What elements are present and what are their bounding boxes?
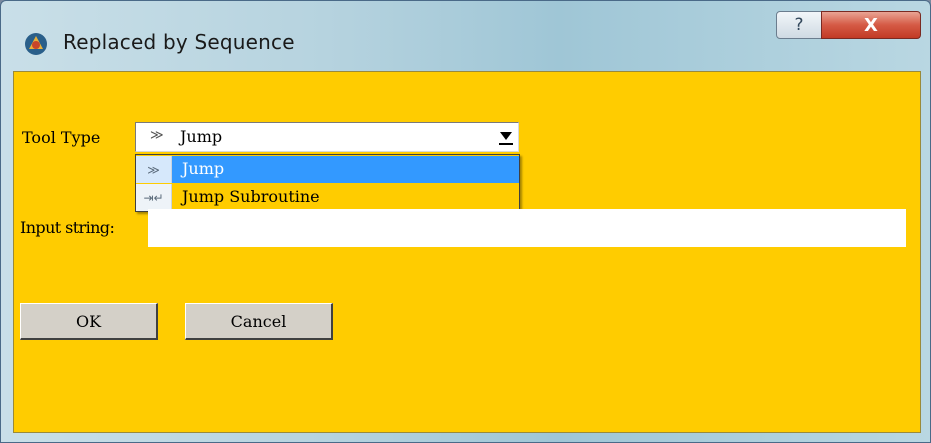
input-string-label: Input string: — [20, 218, 115, 237]
dialog-content: Tool Type ≫ Jump ≫ Jump ⇥↵ Jump Subrouti… — [13, 71, 921, 433]
input-string-field[interactable] — [148, 209, 906, 247]
tool-type-select[interactable]: ≫ Jump — [135, 122, 519, 152]
dropdown-underline — [499, 143, 513, 145]
tool-type-value: Jump — [180, 127, 223, 146]
window-title: Replaced by Sequence — [63, 30, 295, 54]
jump-icon: ≫ — [136, 156, 172, 183]
jump-icon: ≫ — [150, 128, 164, 143]
help-icon: ? — [794, 15, 804, 35]
chevron-down-icon[interactable] — [500, 132, 512, 140]
ok-button[interactable]: OK — [20, 303, 158, 340]
dialog-window: Replaced by Sequence ? X Tool Type ≫ Jum… — [0, 0, 931, 443]
dropdown-option-label: Jump — [182, 159, 225, 178]
dropdown-option-jump[interactable]: ≫ Jump — [136, 156, 519, 183]
jump-subroutine-icon: ⇥↵ — [136, 184, 172, 211]
close-button[interactable]: X — [821, 11, 921, 39]
tool-type-dropdown-list: ≫ Jump ⇥↵ Jump Subroutine — [135, 154, 520, 212]
tool-type-label: Tool Type — [22, 128, 101, 147]
cancel-button[interactable]: Cancel — [185, 303, 333, 340]
dropdown-option-jump-subroutine[interactable]: ⇥↵ Jump Subroutine — [136, 184, 519, 211]
title-bar[interactable]: Replaced by Sequence ? X — [1, 1, 930, 71]
close-icon: X — [864, 14, 878, 36]
help-button[interactable]: ? — [776, 11, 822, 39]
app-icon — [25, 33, 47, 55]
dropdown-option-label: Jump Subroutine — [182, 187, 320, 206]
